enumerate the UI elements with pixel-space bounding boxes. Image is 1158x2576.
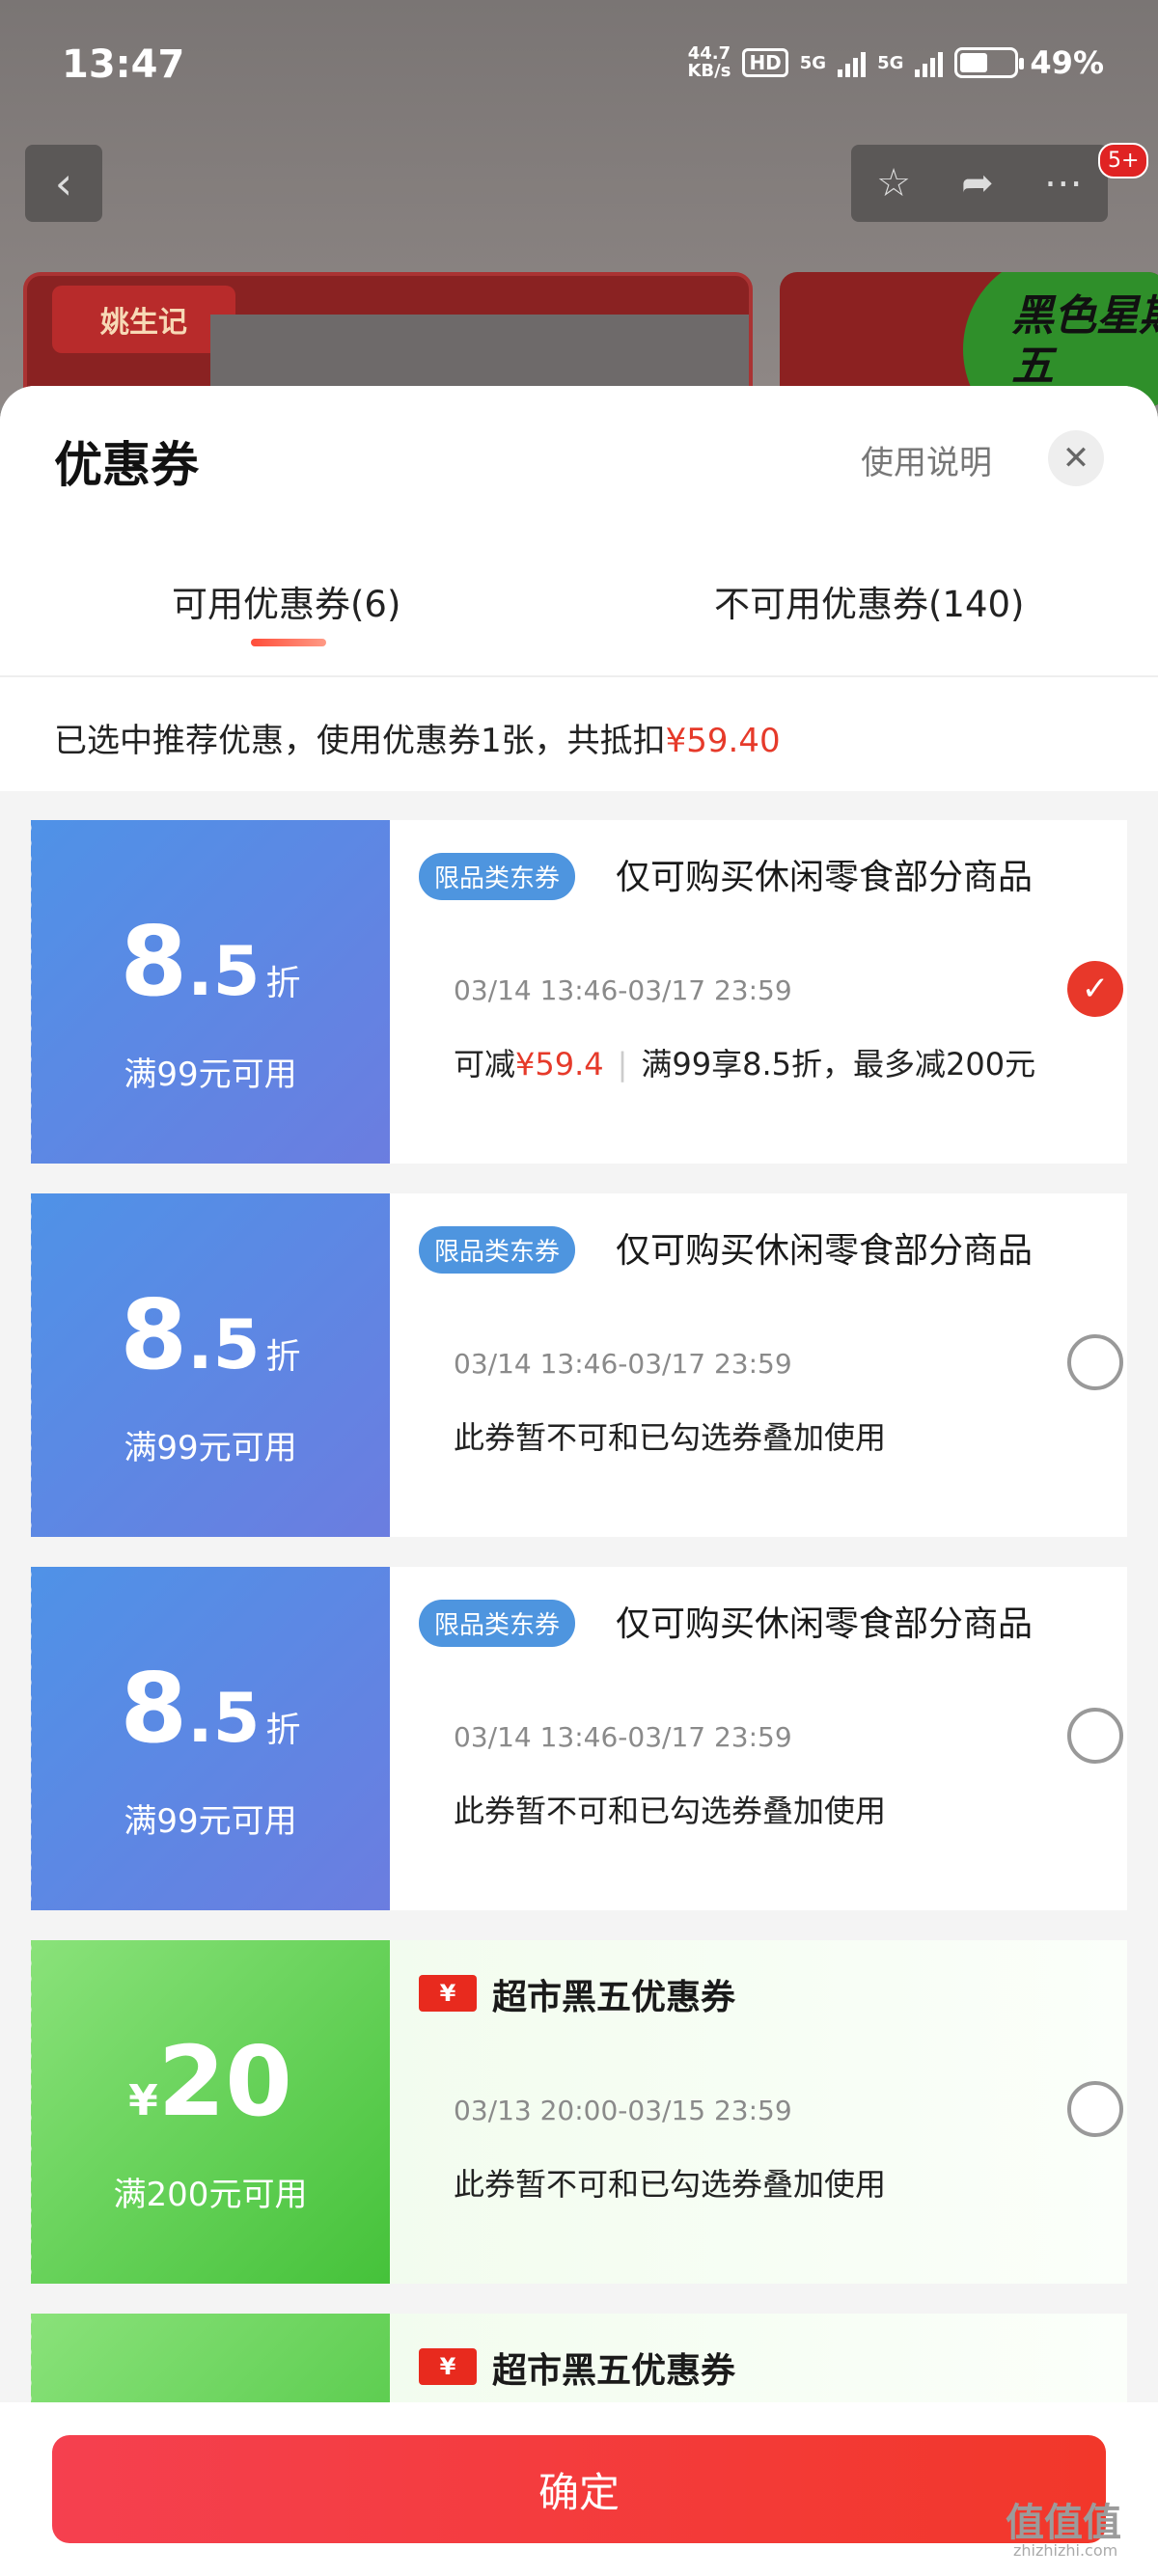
network-type-2: 5G: [877, 52, 904, 73]
coupon-value: 8.5 折 满99元可用: [25, 1193, 390, 1537]
coupon-condition: 满99元可用: [124, 1802, 297, 1841]
radio-icon[interactable]: [1067, 1708, 1123, 1764]
signal-icon: [915, 48, 944, 77]
coupon-title: 仅可购买休闲零食部分商品: [616, 1604, 1034, 1644]
coupon-value: 8.5 折 满99元可用: [25, 820, 390, 1164]
back-button[interactable]: ‹: [25, 145, 102, 222]
network-type-1: 5G: [799, 52, 827, 73]
coupon-note: 此券暂不可和已勾选券叠加使用: [454, 1419, 887, 1456]
status-time: 13:47: [62, 42, 185, 87]
battery-percent: 49%: [1030, 44, 1104, 81]
watermark-url: zhizhizhi.com: [1013, 2541, 1118, 2560]
sheet-title: 优惠券: [54, 437, 199, 493]
coupon-condition: 满99元可用: [124, 1055, 297, 1094]
coupon-date: 03/14 13:46-03/17 23:59: [454, 1348, 792, 1380]
chevron-left-icon: ‹: [54, 157, 73, 209]
coupon-card[interactable]: 8.5 折 满99元可用 限品类东券 仅可购买休闲零食部分商品 03/14 13:…: [25, 1193, 1127, 1537]
coupon-title: 仅可购买休闲零食部分商品: [616, 1231, 1034, 1271]
coupon-sheet: 优惠券 使用说明 ✕ 可用优惠券(6) 不可用优惠券(140) 已选中推荐优惠，…: [0, 386, 1158, 2576]
coupon-title: 仅可购买休闲零食部分商品: [616, 858, 1034, 897]
confirm-button[interactable]: 确定: [52, 2435, 1106, 2543]
coupon-card[interactable]: ¥20 满200元可用 ¥ 超市黑五优惠券 03/13 20:00-03/15 …: [25, 1940, 1127, 2284]
hd-icon: HD: [742, 48, 788, 77]
tab-indicator: [251, 639, 326, 646]
share-icon[interactable]: ➦: [961, 161, 994, 206]
nav-actions: ☆ ➦ ⋯: [851, 145, 1108, 222]
category-tag: 限品类东券: [419, 1226, 576, 1274]
network-speed: 44.7 KB/s: [687, 43, 731, 81]
brand-logo: 姚生记: [52, 286, 235, 353]
status-bar: 13:47 44.7 KB/s HD 5G 5G 49%: [0, 0, 1158, 135]
status-icons: 44.7 KB/s HD 5G 5G 49%: [687, 44, 1104, 81]
summary-text: 已选中推荐优惠，使用优惠券1张，共抵扣: [54, 722, 666, 760]
category-tag: 限品类东券: [419, 853, 576, 900]
supermarket-coupon-icon: ¥: [419, 2348, 477, 2385]
radio-icon[interactable]: [1067, 1334, 1123, 1390]
sheet-header: 优惠券 使用说明 ✕ 可用优惠券(6) 不可用优惠券(140): [0, 386, 1158, 675]
coupon-date: 03/14 13:46-03/17 23:59: [454, 1721, 792, 1753]
coupon-card[interactable]: 8.5 折 满99元可用 限品类东券 仅可购买休闲零食部分商品 03/14 13:…: [25, 1567, 1127, 1910]
signal-icon: [838, 48, 867, 77]
star-icon[interactable]: ☆: [876, 161, 911, 206]
help-link[interactable]: 使用说明: [861, 436, 992, 483]
coupon-condition: 满200元可用: [113, 2176, 308, 2214]
coupon-title: 超市黑五优惠券: [492, 2351, 736, 2391]
coupon-date: 03/13 20:00-03/15 23:59: [454, 2095, 792, 2126]
message-badge: 5+: [1098, 143, 1149, 178]
coupon-value: ¥20 满200元可用: [25, 1940, 390, 2284]
battery-icon: [954, 47, 1025, 78]
coupon-note: 此券暂不可和已勾选券叠加使用: [454, 2166, 887, 2203]
coupon-note: 此券暂不可和已勾选券叠加使用: [454, 1793, 887, 1829]
supermarket-coupon-icon: ¥: [419, 1975, 477, 2012]
bottom-bar: 确定: [0, 2402, 1158, 2576]
watermark: 值值值: [1006, 2501, 1121, 2545]
check-selected-icon[interactable]: ✓: [1067, 961, 1123, 1017]
more-icon[interactable]: ⋯: [1044, 161, 1083, 206]
coupon-list: 8.5 折 满99元可用 限品类东券 仅可购买休闲零食部分商品 03/14 13:…: [0, 791, 1158, 2576]
tab-unavailable[interactable]: 不可用优惠券(140): [714, 575, 1025, 627]
close-icon: ✕: [1062, 439, 1090, 478]
category-tag: 限品类东券: [419, 1600, 576, 1647]
coupon-title: 超市黑五优惠券: [492, 1978, 736, 2017]
close-button[interactable]: ✕: [1048, 430, 1104, 486]
coupon-value: 8.5 折 满99元可用: [25, 1567, 390, 1910]
coupon-condition: 满99元可用: [124, 1429, 297, 1467]
coupon-date: 03/14 13:46-03/17 23:59: [454, 974, 792, 1006]
summary-amount: ¥59.40: [665, 722, 781, 760]
tab-available[interactable]: 可用优惠券(6): [172, 575, 400, 627]
coupon-note: 可减¥59.4 | 满99享8.5折，最多减200元: [454, 1046, 1036, 1082]
selection-summary: 已选中推荐优惠，使用优惠券1张，共抵扣¥59.40: [0, 675, 1158, 791]
radio-icon[interactable]: [1067, 2081, 1123, 2137]
coupon-card[interactable]: 8.5 折 满99元可用 限品类东券 仅可购买休闲零食部分商品 03/14 13:…: [25, 820, 1127, 1164]
